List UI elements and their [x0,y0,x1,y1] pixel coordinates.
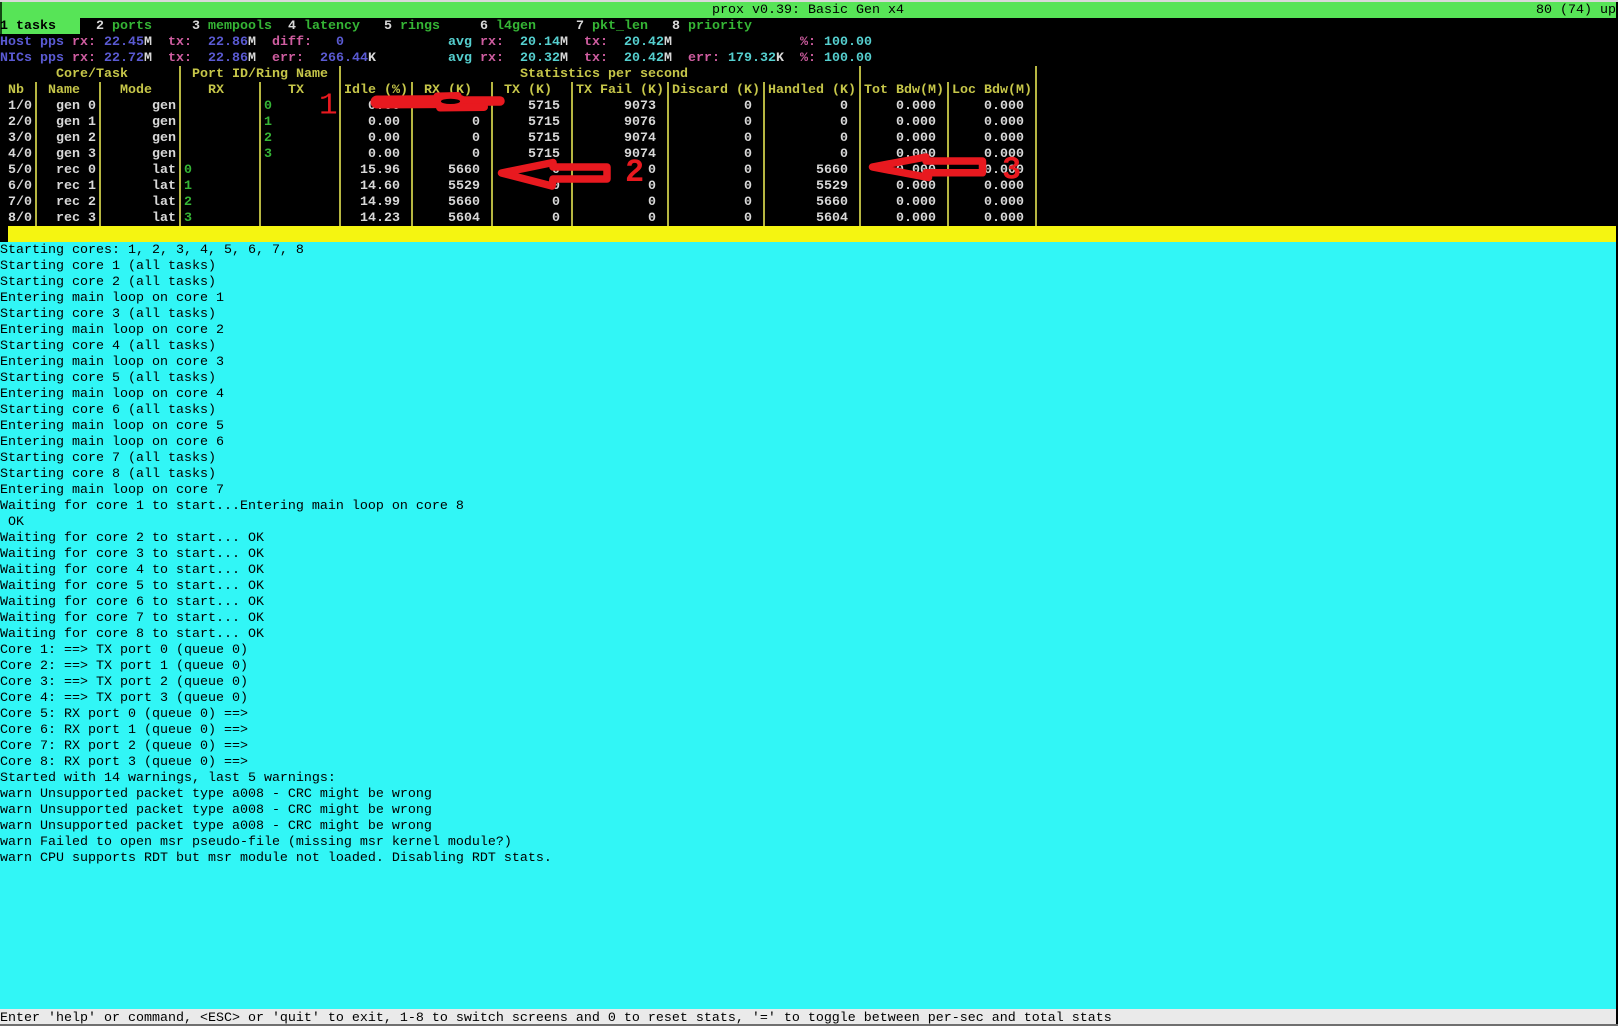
svg-text:3: 3 [1002,152,1021,189]
svg-text:2: 2 [625,154,644,191]
svg-text:1: 1 [319,89,338,124]
